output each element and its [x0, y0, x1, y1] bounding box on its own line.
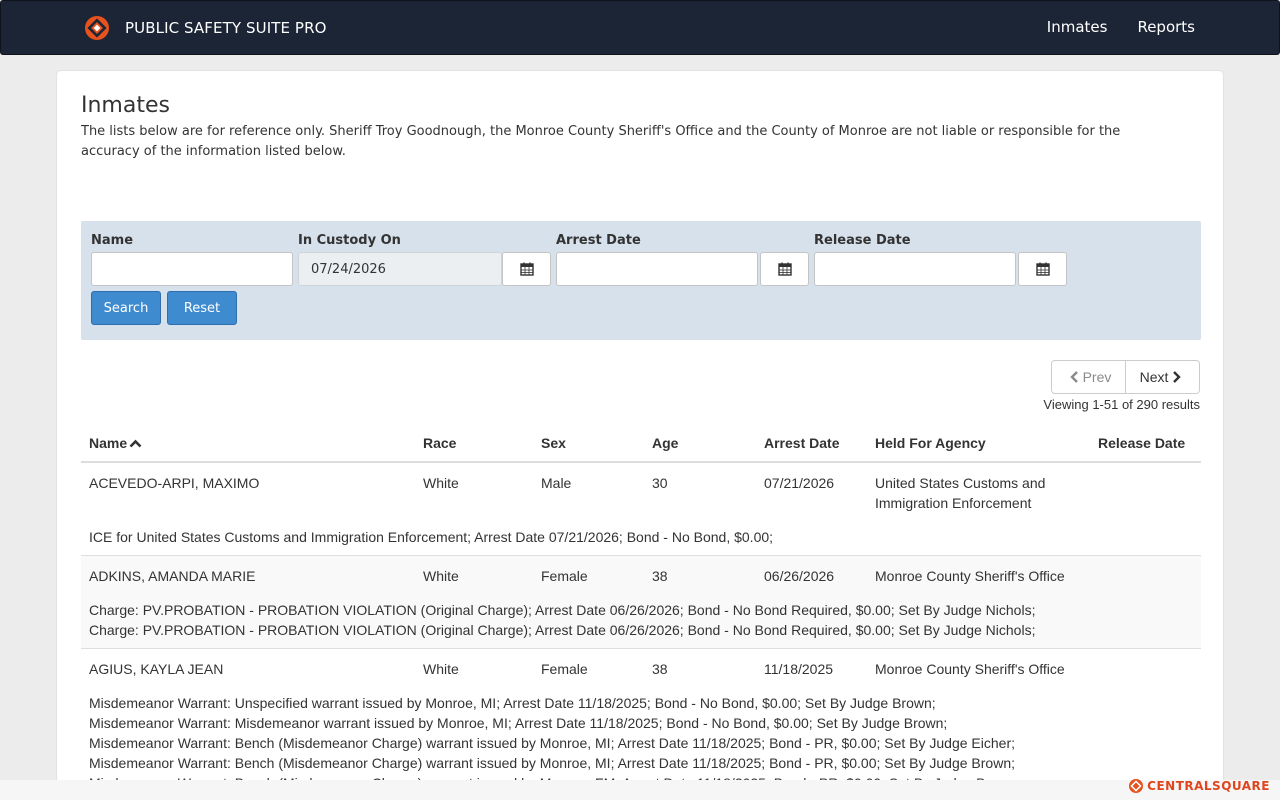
inmate-age: 38: [652, 568, 668, 584]
charge-line: Misdemeanor Warrant: Bench (Misdemeanor …: [89, 755, 1015, 771]
inmate-arrest-date: 07/21/2026: [764, 475, 835, 491]
column-header-race[interactable]: Race: [423, 435, 456, 451]
inmate-arrest-date: 11/18/2025: [764, 661, 834, 677]
charge-line: ICE for United States Customs and Immigr…: [89, 529, 774, 545]
custody-calendar-button[interactable]: [502, 252, 551, 286]
inmate-race: White: [423, 568, 459, 584]
footer-bar: [0, 780, 1280, 800]
arrest-calendar-button[interactable]: [760, 252, 809, 286]
inmate-sex: Female: [541, 661, 588, 677]
inmates-table: Name Race Sex Age Arrest Date Held For A…: [81, 429, 1201, 800]
arrest-date-input[interactable]: [556, 252, 758, 286]
release-calendar-button[interactable]: [1018, 252, 1067, 286]
arrest-date-label: Arrest Date: [556, 233, 641, 248]
footer-logo-text: CENTRALSQUARE: [1147, 779, 1270, 793]
top-navbar: PUBLIC SAFETY SUITE PRO Inmates Reports: [0, 0, 1280, 55]
custody-date-label: In Custody On: [298, 233, 401, 248]
prev-page-button[interactable]: Prev: [1051, 360, 1126, 394]
charge-line: Charge: PV.PROBATION - PROBATION VIOLATI…: [89, 602, 1036, 618]
inmate-name: ADKINS, AMANDA MARIE: [89, 568, 256, 584]
name-label: Name: [91, 233, 134, 248]
search-button[interactable]: Search: [91, 291, 161, 325]
calendar-icon: [1035, 262, 1050, 276]
prev-label: Prev: [1082, 369, 1112, 385]
calendar-icon: [777, 262, 792, 276]
inmate-agency: Monroe County Sheriff's Office: [875, 568, 1065, 584]
column-header-age[interactable]: Age: [652, 435, 678, 451]
chevron-right-icon: [1173, 371, 1182, 383]
next-label: Next: [1139, 369, 1169, 385]
charge-line: Misdemeanor Warrant: Bench (Misdemeanor …: [89, 735, 1015, 751]
table-row[interactable]: AGIUS, KAYLA JEAN White Female 38 11/18/…: [81, 649, 1201, 800]
column-header-name[interactable]: Name: [89, 435, 142, 451]
inmate-age: 30: [652, 475, 668, 491]
sort-ascending-icon: [129, 439, 142, 447]
custody-date-input[interactable]: [298, 252, 502, 286]
inmate-agency: United States Customs and Immigration En…: [875, 475, 1046, 511]
inmate-race: White: [423, 475, 459, 491]
inmate-name: ACEVEDO-ARPI, MAXIMO: [89, 475, 260, 491]
reset-button[interactable]: Reset: [167, 291, 237, 325]
disclaimer-text: The lists below are for reference only. …: [81, 124, 1121, 159]
centralsquare-logo-icon: [1129, 779, 1144, 793]
inmate-arrest-date: 06/26/2026: [764, 568, 835, 584]
inmate-agency: Monroe County Sheriff's Office: [875, 661, 1065, 677]
charge-details: Misdemeanor Warrant: Unspecified warrant…: [89, 693, 1020, 793]
inmate-race: White: [423, 661, 459, 677]
release-date-input[interactable]: [814, 252, 1016, 286]
brand[interactable]: PUBLIC SAFETY SUITE PRO: [85, 16, 327, 40]
charge-details: ICE for United States Customs and Immigr…: [89, 527, 773, 547]
inmate-sex: Male: [541, 475, 572, 491]
column-header-sex[interactable]: Sex: [541, 435, 566, 451]
page-title: Inmates: [81, 93, 170, 118]
table-row[interactable]: ADKINS, AMANDA MARIE White Female 38 06/…: [81, 556, 1201, 649]
pagination: Prev Next: [1051, 360, 1200, 394]
next-page-button[interactable]: Next: [1126, 360, 1200, 394]
footer-logo[interactable]: CENTRALSQUARE: [1129, 779, 1270, 793]
brand-name: PUBLIC SAFETY SUITE PRO: [125, 19, 327, 37]
table-row[interactable]: ACEVEDO-ARPI, MAXIMO White Male 30 07/21…: [81, 463, 1201, 556]
chevron-left-icon: [1069, 371, 1078, 383]
nav-links: Inmates Reports: [1047, 18, 1195, 36]
nav-link-reports[interactable]: Reports: [1137, 18, 1195, 36]
release-date-label: Release Date: [814, 233, 911, 248]
brand-logo-icon: [85, 16, 109, 40]
nav-link-inmates[interactable]: Inmates: [1047, 18, 1108, 36]
name-input[interactable]: [91, 252, 293, 286]
inmate-age: 38: [652, 661, 668, 677]
calendar-icon: [519, 262, 534, 276]
table-header: Name Race Sex Age Arrest Date Held For A…: [81, 429, 1201, 463]
column-header-arrest-date[interactable]: Arrest Date: [764, 435, 839, 451]
charge-details: Charge: PV.PROBATION - PROBATION VIOLATI…: [89, 600, 1035, 640]
inmate-name: AGIUS, KAYLA JEAN: [89, 661, 224, 677]
column-header-label: Name: [89, 435, 128, 451]
charge-line: Misdemeanor Warrant: Misdemeanor warrant…: [89, 715, 948, 731]
inmate-sex: Female: [541, 568, 588, 584]
charge-line: Misdemeanor Warrant: Unspecified warrant…: [89, 695, 936, 711]
column-header-release-date[interactable]: Release Date: [1098, 435, 1185, 451]
search-form: Name In Custody On Arrest Date: [81, 221, 1201, 340]
main-panel: Inmates The lists below are for referenc…: [56, 70, 1224, 800]
charge-line: Charge: PV.PROBATION - PROBATION VIOLATI…: [89, 622, 1036, 638]
results-count: Viewing 1-51 of 290 results: [1043, 397, 1200, 412]
column-header-agency[interactable]: Held For Agency: [875, 435, 986, 451]
